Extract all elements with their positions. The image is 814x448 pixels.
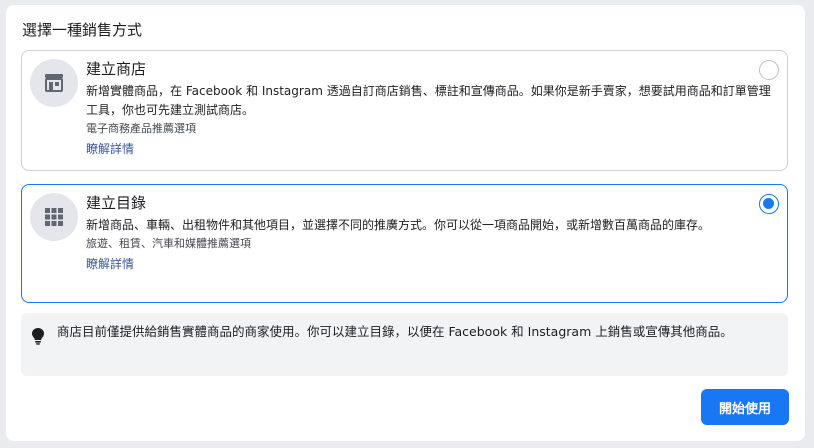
option-title: 建立商店	[86, 60, 147, 78]
option-description: 新增實體商品，在 Facebook 和 Instagram 透過自訂商店銷售、標…	[86, 84, 771, 117]
lightbulb-icon	[31, 327, 45, 349]
start-button[interactable]: 開始使用	[701, 389, 789, 425]
grid-icon	[30, 193, 78, 241]
shop-icon	[30, 59, 78, 107]
notice-text: 商店目前僅提供給銷售實體商品的商家使用。你可以建立目錄，以便在 Facebook…	[57, 324, 733, 339]
option-title: 建立目錄	[86, 194, 147, 212]
option-create-shop[interactable]: 建立商店 新增實體商品，在 Facebook 和 Instagram 透過自訂商…	[21, 50, 788, 171]
sales-method-panel: 選擇一種銷售方式 建立商店 新增實體商品，在 Facebook 和 Instag…	[6, 5, 805, 441]
info-notice: 商店目前僅提供給銷售實體商品的商家使用。你可以建立目錄，以便在 Facebook…	[21, 313, 788, 376]
option-description-block: 新增商品、車輛、出租物件和其他項目，並選擇不同的推廣方式。你可以從一項商品開始，…	[86, 216, 776, 275]
option-create-catalog[interactable]: 建立目錄 新增商品、車輛、出租物件和其他項目，並選擇不同的推廣方式。你可以從一項…	[21, 184, 788, 303]
page-title: 選擇一種銷售方式	[22, 21, 143, 39]
option-description-block: 新增實體商品，在 Facebook 和 Instagram 透過自訂商店銷售、標…	[86, 82, 776, 160]
learn-more-link[interactable]: 瞭解詳情	[86, 138, 776, 160]
radio-create-shop[interactable]	[759, 60, 779, 80]
learn-more-link[interactable]: 瞭解詳情	[86, 253, 776, 275]
radio-create-catalog[interactable]	[759, 194, 779, 214]
option-subtitle: 旅遊、租賃、汽車和媒體推薦選項	[86, 237, 251, 250]
option-description: 新增商品、車輛、出租物件和其他項目，並選擇不同的推廣方式。你可以從一項商品開始，…	[86, 218, 711, 232]
option-subtitle: 電子商務產品推薦選項	[86, 122, 196, 135]
